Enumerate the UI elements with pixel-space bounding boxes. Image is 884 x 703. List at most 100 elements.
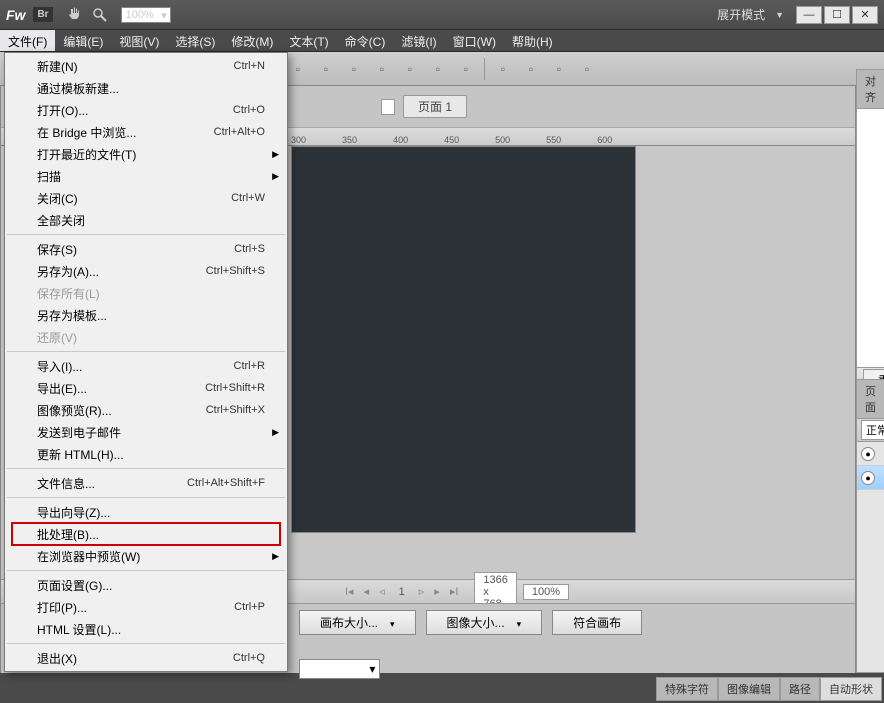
minimize-button[interactable]: — — [796, 6, 822, 24]
tool-generic-icon[interactable]: ▫ — [369, 56, 395, 82]
layers-list: ● ▼ 网页层 ● ▼ 层 1 — [856, 442, 884, 673]
menu-new[interactable]: 新建(N)Ctrl+N — [5, 55, 287, 77]
menu-separator — [7, 570, 285, 571]
menu-window[interactable]: 窗口(W) — [445, 30, 504, 51]
menu-file[interactable]: 文件(F) — [0, 30, 55, 51]
menu-export-wizard[interactable]: 导出向导(Z)... — [5, 501, 287, 523]
tab-pages[interactable]: 页面 — [856, 379, 884, 418]
menu-separator — [7, 643, 285, 644]
tool-generic-icon[interactable]: ▫ — [518, 56, 544, 82]
menu-open[interactable]: 打开(O)...Ctrl+O — [5, 99, 287, 121]
hand-icon[interactable] — [65, 6, 83, 24]
image-size-button[interactable]: 图像大小... — [426, 610, 543, 635]
close-button[interactable]: ✕ — [852, 6, 878, 24]
menu-batch-process[interactable]: 批处理(B)... — [11, 522, 281, 546]
bottom-panel-tabs: 特殊字符 图像编辑 路径 自动形状 — [656, 677, 882, 701]
page-nav: I◂ ◂ ◃ 1 ▹ ▸ ▸I — [341, 584, 462, 599]
panels: 对齐 历史记录 信息 ▾≡ 重放 ⧉ ▫ 页面 状态 图层 优化 ▾≡ 正常 不… — [855, 86, 884, 673]
chevron-down-icon[interactable]: ▼ — [771, 10, 788, 20]
page-number: 1 — [391, 586, 413, 598]
tool-generic-icon[interactable]: ▫ — [341, 56, 367, 82]
expand-mode-label[interactable]: 展开模式 — [711, 6, 771, 23]
menu-open-recent[interactable]: 打开最近的文件(T)▶ — [5, 143, 287, 165]
menu-revert: 还原(V) — [5, 326, 287, 348]
tab-image-edit[interactable]: 图像编辑 — [718, 677, 780, 701]
canvas-size-button[interactable]: 画布大小... — [299, 610, 416, 635]
canvas[interactable] — [291, 146, 636, 533]
menu-select[interactable]: 选择(S) — [167, 30, 223, 51]
layer-row-1[interactable]: ● ▼ 层 1 — [857, 466, 884, 490]
menu-commands[interactable]: 命令(C) — [337, 30, 394, 51]
options-select[interactable] — [299, 659, 380, 679]
tool-generic-icon[interactable]: ▫ — [425, 56, 451, 82]
fit-canvas-button[interactable]: 符合画布 — [552, 610, 642, 635]
history-panel-tabs: 对齐 历史记录 信息 ▾≡ — [856, 86, 884, 108]
menu-export[interactable]: 导出(E)...Ctrl+Shift+R — [5, 377, 287, 399]
magnify-icon[interactable] — [91, 6, 109, 24]
next-page-button[interactable]: ▸ — [430, 584, 444, 599]
menu-exit[interactable]: 退出(X)Ctrl+Q — [5, 647, 287, 669]
menu-browse-in-bridge[interactable]: 在 Bridge 中浏览...Ctrl+Alt+O — [5, 121, 287, 143]
menu-file-info[interactable]: 文件信息...Ctrl+Alt+Shift+F — [5, 472, 287, 494]
submenu-arrow-icon: ▶ — [272, 551, 279, 562]
bridge-badge[interactable]: Br — [33, 7, 52, 22]
menu-preview-browser[interactable]: 在浏览器中预览(W)▶ — [5, 545, 287, 567]
menu-filters[interactable]: 滤镜(I) — [393, 30, 444, 51]
layers-options: 正常 不透明度 100 ▾ — [856, 418, 884, 442]
visibility-icon[interactable]: ● — [861, 447, 875, 461]
menu-close-all[interactable]: 全部关闭 — [5, 209, 287, 231]
visibility-icon[interactable]: ● — [861, 471, 875, 485]
file-menu-dropdown: 新建(N)Ctrl+N 通过模板新建... 打开(O)...Ctrl+O 在 B… — [4, 52, 288, 672]
menu-close[interactable]: 关闭(C)Ctrl+W — [5, 187, 287, 209]
tab-align[interactable]: 对齐 — [856, 69, 884, 108]
menu-view[interactable]: 视图(V) — [111, 30, 167, 51]
page-tab[interactable]: 页面 1 — [403, 95, 467, 118]
last-page-button[interactable]: ▸I — [446, 584, 463, 599]
blend-mode-select[interactable]: 正常 — [861, 420, 884, 440]
menu-update-html[interactable]: 更新 HTML(H)... — [5, 443, 287, 465]
menu-send-email[interactable]: 发送到电子邮件▶ — [5, 421, 287, 443]
tab-special-chars[interactable]: 特殊字符 — [656, 677, 718, 701]
menu-bar: 文件(F) 编辑(E) 视图(V) 选择(S) 修改(M) 文本(T) 命令(C… — [0, 30, 884, 52]
menu-image-preview[interactable]: 图像预览(R)...Ctrl+Shift+X — [5, 399, 287, 421]
zoom-select[interactable]: 100% — [121, 7, 171, 23]
tool-generic-icon[interactable]: ▫ — [285, 56, 311, 82]
first-page-button[interactable]: I◂ — [341, 584, 358, 599]
history-list[interactable] — [856, 108, 884, 368]
tool-generic-icon[interactable]: ▫ — [546, 56, 572, 82]
zoom-level[interactable]: 100% — [523, 584, 569, 600]
tab-autoshape[interactable]: 自动形状 — [820, 677, 882, 701]
prev-button[interactable]: ◃ — [375, 584, 389, 599]
menu-html-settings[interactable]: HTML 设置(L)... — [5, 618, 287, 640]
menu-save-as[interactable]: 另存为(A)...Ctrl+Shift+S — [5, 260, 287, 282]
menu-page-setup[interactable]: 页面设置(G)... — [5, 574, 287, 596]
layer-row-web[interactable]: ● ▼ 网页层 — [857, 442, 884, 466]
tab-path[interactable]: 路径 — [780, 677, 820, 701]
next-button[interactable]: ▹ — [415, 584, 429, 599]
tool-generic-icon[interactable]: ▫ — [490, 56, 516, 82]
menu-save-template[interactable]: 另存为模板... — [5, 304, 287, 326]
tool-generic-icon[interactable]: ▫ — [397, 56, 423, 82]
menu-save[interactable]: 保存(S)Ctrl+S — [5, 238, 287, 260]
page-icon — [381, 99, 395, 115]
menu-new-from-template[interactable]: 通过模板新建... — [5, 77, 287, 99]
menu-separator — [7, 497, 285, 498]
menu-separator — [7, 234, 285, 235]
tool-generic-icon[interactable]: ▫ — [313, 56, 339, 82]
maximize-button[interactable]: ☐ — [824, 6, 850, 24]
submenu-arrow-icon: ▶ — [272, 427, 279, 438]
menu-modify[interactable]: 修改(M) — [223, 30, 281, 51]
submenu-arrow-icon: ▶ — [272, 171, 279, 182]
menu-help[interactable]: 帮助(H) — [504, 30, 561, 51]
menu-separator — [7, 351, 285, 352]
menu-edit[interactable]: 编辑(E) — [55, 30, 111, 51]
tool-generic-icon[interactable]: ▫ — [453, 56, 479, 82]
menu-import[interactable]: 导入(I)...Ctrl+R — [5, 355, 287, 377]
menu-print[interactable]: 打印(P)...Ctrl+P — [5, 596, 287, 618]
menu-text[interactable]: 文本(T) — [281, 30, 336, 51]
menu-separator — [7, 468, 285, 469]
menu-scan[interactable]: 扫描▶ — [5, 165, 287, 187]
prev-page-button[interactable]: ◂ — [360, 584, 374, 599]
tool-generic-icon[interactable]: ▫ — [574, 56, 600, 82]
menu-save-all: 保存所有(L) — [5, 282, 287, 304]
